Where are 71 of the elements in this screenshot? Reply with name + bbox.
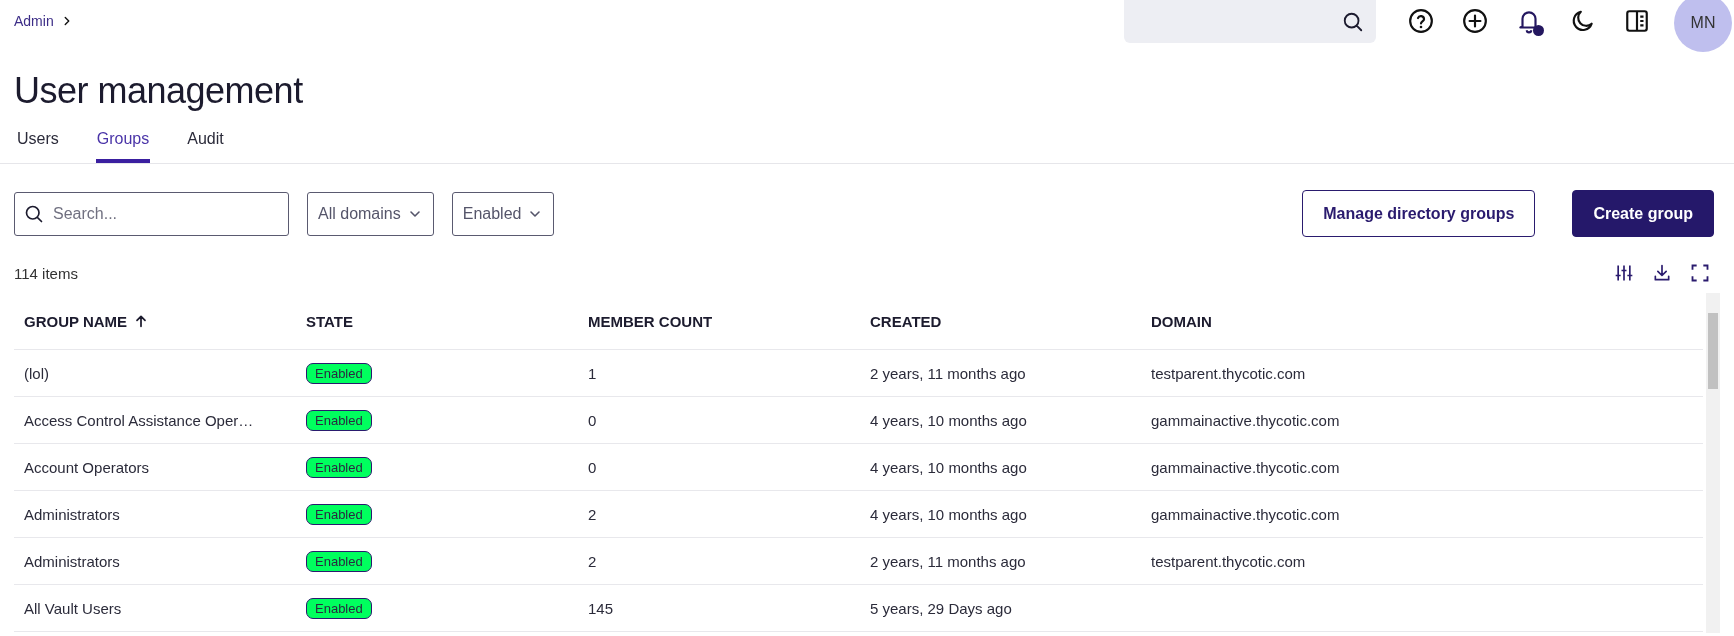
table-cell-text: gammainactive.thycotic.com bbox=[1150, 458, 1341, 476]
help-icon bbox=[1408, 8, 1434, 34]
sliders-icon bbox=[1614, 263, 1634, 283]
column-header[interactable]: CREATED bbox=[860, 312, 1141, 330]
table-cell-text: testparent.thycotic.com bbox=[1150, 364, 1307, 382]
item-count: 114 items bbox=[14, 264, 78, 282]
header-label: CREATED bbox=[870, 312, 942, 330]
create-button[interactable]: Create group bbox=[1572, 190, 1714, 237]
table-cell-text: (lol) bbox=[23, 364, 50, 382]
filter-dropdown[interactable]: All domains bbox=[307, 191, 434, 236]
search-icon bbox=[1342, 10, 1364, 33]
avatar[interactable]: MN bbox=[1674, 0, 1732, 52]
table-cell-text: gammainactive.thycotic.com bbox=[1150, 411, 1341, 429]
table-cell-text: 2 years, 11 months ago bbox=[869, 364, 1027, 382]
filter-dropdown[interactable]: Enabled bbox=[451, 191, 555, 236]
table-cell-text: gammainactive.thycotic.com bbox=[1150, 505, 1341, 523]
table-cell-text: 1 bbox=[587, 364, 598, 382]
add-button[interactable] bbox=[1462, 8, 1488, 34]
search-field[interactable]: Search... bbox=[14, 191, 289, 236]
table-cell-text: 4 years, 10 months ago bbox=[869, 411, 1028, 429]
header-label: MEMBER COUNT bbox=[588, 312, 713, 330]
status-badge: Enabled bbox=[306, 597, 372, 619]
breadcrumb-link[interactable]: Admin bbox=[14, 13, 74, 29]
table-cell-text: Access Control Assistance Oper… bbox=[23, 411, 255, 429]
help-button[interactable] bbox=[1408, 8, 1434, 34]
tab[interactable]: Groups bbox=[95, 128, 151, 163]
notifications-button[interactable] bbox=[1516, 8, 1542, 34]
fullscreen-button[interactable] bbox=[1690, 263, 1710, 283]
tab[interactable]: Users bbox=[16, 128, 60, 163]
column-header[interactable]: GROUP NAME bbox=[14, 312, 296, 330]
table-cell-text: Account Operators bbox=[23, 458, 151, 476]
table-cell-text: 4 years, 10 months ago bbox=[869, 458, 1028, 476]
table-cell-text: 145 bbox=[587, 599, 615, 617]
column-header[interactable]: MEMBER COUNT bbox=[578, 312, 860, 330]
header-label: GROUP NAME bbox=[24, 312, 128, 330]
status-badge: Enabled bbox=[306, 456, 372, 478]
column-header[interactable]: STATE bbox=[296, 312, 578, 330]
manage-button[interactable]: Manage directory groups bbox=[1302, 190, 1536, 237]
table-cell-text: 2 years, 11 months ago bbox=[869, 552, 1027, 570]
table-cell-text: Administrators bbox=[23, 505, 121, 523]
status-badge: Enabled bbox=[306, 362, 372, 384]
download-button[interactable] bbox=[1652, 263, 1672, 283]
table-cell-text: All Vault Users bbox=[23, 599, 123, 617]
column-settings-button[interactable] bbox=[1614, 263, 1634, 283]
scrollbar-thumb[interactable] bbox=[1708, 313, 1718, 389]
panel-icon bbox=[1624, 8, 1650, 34]
table-cell-text: testparent.thycotic.com bbox=[1150, 552, 1307, 570]
table-cell-text: 2 bbox=[587, 552, 598, 570]
column-header[interactable]: DOMAIN bbox=[1141, 312, 1703, 330]
table-cell-text: 0 bbox=[587, 458, 598, 476]
search-icon bbox=[24, 203, 44, 224]
add-icon bbox=[1462, 8, 1488, 34]
table-cell-text: 2 bbox=[587, 505, 598, 523]
table-cell-text: Administrators bbox=[23, 552, 121, 570]
header-label: STATE bbox=[306, 312, 353, 330]
panel-button[interactable] bbox=[1624, 8, 1650, 34]
theme-button[interactable] bbox=[1570, 8, 1596, 34]
theme-icon bbox=[1570, 8, 1596, 34]
page-title: User management bbox=[14, 70, 304, 112]
status-badge: Enabled bbox=[306, 550, 372, 572]
search-field[interactable] bbox=[1124, 0, 1376, 43]
status-badge: Enabled bbox=[306, 503, 372, 525]
fullscreen-icon bbox=[1690, 263, 1710, 283]
download-icon bbox=[1652, 263, 1672, 283]
table-cell-text: 0 bbox=[587, 411, 598, 429]
table-cell-text: 5 years, 29 Days ago bbox=[869, 599, 1013, 617]
scrollbar[interactable] bbox=[1706, 293, 1720, 633]
status-badge: Enabled bbox=[306, 409, 372, 431]
header-label: DOMAIN bbox=[1151, 312, 1212, 330]
table-cell-text: 4 years, 10 months ago bbox=[869, 505, 1028, 523]
tab[interactable]: Audit bbox=[186, 128, 225, 163]
